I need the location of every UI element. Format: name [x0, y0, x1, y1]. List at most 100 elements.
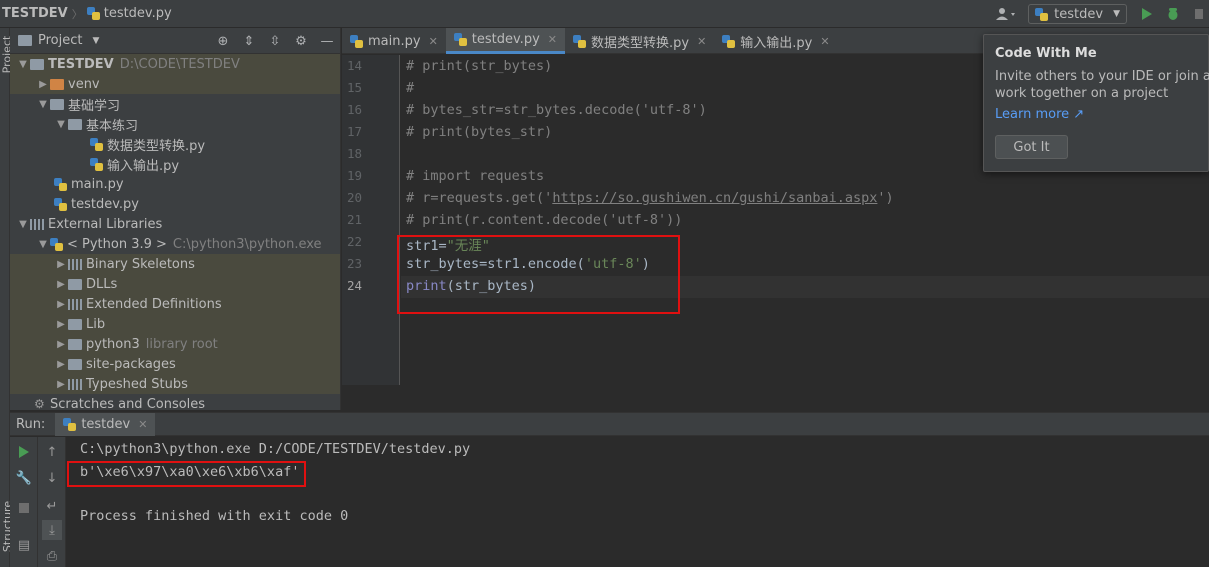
run-configuration-select[interactable]: testdev ▼ [1028, 4, 1127, 24]
tree-item-typeshed-stubs[interactable]: ▶ Typeshed Stubs [10, 374, 340, 394]
tree-item-file[interactable]: 数据类型转换.py [10, 134, 340, 154]
tree-item-file[interactable]: testdev.py [10, 194, 340, 214]
tree-item-file[interactable]: main.py [10, 174, 340, 194]
chevron-down-icon[interactable]: ▼ [36, 99, 50, 110]
code-line: # import requests [406, 168, 545, 184]
console-line: Process finished with exit code 0 [80, 508, 349, 524]
learn-more-link[interactable]: Learn more ↗ [995, 107, 1084, 122]
scroll-to-end-icon[interactable]: ⤓ [42, 520, 62, 540]
line-number: 23 [346, 256, 362, 271]
library-icon [30, 218, 44, 230]
tree-item-label: 基础学习 [68, 98, 121, 114]
chevron-right-icon[interactable]: ▶ [54, 299, 68, 310]
tree-item-file[interactable]: 输入输出.py [10, 154, 340, 174]
tree-item-external-libraries[interactable]: ▼ External Libraries [10, 214, 340, 234]
coverage-icon[interactable] [1189, 4, 1209, 24]
chevron-down-icon[interactable]: ▼ [16, 59, 30, 70]
close-icon[interactable]: ✕ [697, 35, 706, 48]
arrow-down-icon[interactable]: ↓ [42, 468, 62, 488]
close-icon[interactable]: ✕ [820, 35, 829, 48]
tree-item-python3[interactable]: ▶ python3 library root [10, 334, 340, 354]
tree-item-dlls[interactable]: ▶ DLLs [10, 274, 340, 294]
close-icon[interactable]: ✕ [548, 33, 557, 46]
print-icon[interactable]: ⎙ [42, 546, 62, 566]
close-icon[interactable]: ✕ [429, 35, 438, 48]
line-number: 15 [346, 80, 362, 95]
line-number: 22 [346, 234, 362, 249]
locate-icon[interactable]: ⊕ [210, 34, 236, 49]
project-view-select[interactable]: Project [38, 33, 82, 48]
chevron-right-icon[interactable]: ▶ [54, 279, 68, 290]
line-number: 20 [346, 190, 362, 205]
chevron-right-icon[interactable]: ▶ [54, 339, 68, 350]
line-number: 17 [346, 124, 362, 139]
tree-item-site-packages[interactable]: ▶ site-packages [10, 354, 340, 374]
python-file-icon [54, 177, 67, 191]
stop-icon[interactable] [14, 498, 34, 518]
close-icon[interactable]: ✕ [138, 418, 147, 431]
tab-io-py[interactable]: 输入输出.py ✕ [714, 28, 837, 54]
chevron-down-icon[interactable]: ▼ [16, 219, 30, 230]
run-icon[interactable] [1137, 4, 1157, 24]
collapse-all-icon[interactable]: ⇳ [262, 34, 288, 49]
breadcrumb: TESTDEV 〉 testdev.py [0, 6, 172, 22]
chevron-right-icon[interactable]: ▶ [54, 319, 68, 330]
tree-item-testdev[interactable]: ▼ TESTDEV D:\CODE\TESTDEV [10, 54, 340, 74]
folder-icon [50, 78, 64, 90]
arrow-up-icon[interactable]: ↑ [42, 442, 62, 462]
wrench-icon[interactable]: 🔧 [14, 468, 34, 488]
tree-item-label: testdev.py [71, 196, 139, 212]
run-toolbar: 🔧 ▤ [10, 437, 38, 567]
run-output-toolbar: ↑ ↓ ↵ ⤓ ⎙ [38, 437, 66, 567]
tree-item-lib[interactable]: ▶ Lib [10, 314, 340, 334]
user-icon[interactable] [992, 4, 1022, 24]
line-number-gutter: 14 15 16 17 18 19 20 21 22 23 24 [342, 55, 400, 385]
tree-item-python-sdk[interactable]: ▼ < Python 3.9 > C:\python3\python.exe [10, 234, 340, 254]
python-file-icon [86, 7, 100, 20]
tree-item-extended-definitions[interactable]: ▶ Extended Definitions [10, 294, 340, 314]
folder-icon [68, 278, 82, 290]
tree-item-basics[interactable]: ▼ 基础学习 [10, 94, 340, 114]
tree-item-binary-skeletons[interactable]: ▶ Binary Skeletons [10, 254, 340, 274]
tree-item-label: 基本练习 [86, 118, 139, 134]
gear-icon[interactable]: ⚙ [288, 34, 314, 49]
chevron-right-icon[interactable]: ▶ [54, 359, 68, 370]
minimize-icon[interactable]: — [314, 34, 340, 49]
chevron-down-icon[interactable]: ▼ [54, 119, 68, 130]
layout-icon[interactable]: ▤ [14, 535, 34, 555]
tree-item-venv[interactable]: ▶ venv [10, 74, 340, 94]
breadcrumb-file[interactable]: testdev.py [104, 6, 172, 21]
folder-icon [50, 98, 64, 110]
rerun-icon[interactable] [14, 442, 34, 462]
expand-all-icon[interactable]: ⇕ [236, 34, 262, 49]
soft-wrap-icon[interactable]: ↵ [42, 496, 62, 516]
tab-main-py[interactable]: main.py ✕ [342, 28, 446, 54]
code-token: # r=requests.get(' [406, 190, 553, 206]
popup-text-line: Invite others to your IDE or join anot [995, 69, 1209, 84]
run-console[interactable]: C:\python3\python.exe D:/CODE/TESTDEV/te… [67, 437, 1209, 567]
breadcrumb-project[interactable]: TESTDEV [2, 6, 68, 21]
project-panel: Project ▼ ⊕ ⇕ ⇳ ⚙ — ▼ TESTDEV D:\CODE\TE… [10, 28, 341, 412]
library-icon [68, 298, 82, 310]
python-file-icon [54, 197, 67, 211]
chevron-right-icon[interactable]: ▶ [54, 259, 68, 270]
line-number: 18 [346, 146, 362, 161]
python-file-icon [722, 34, 736, 48]
debug-icon[interactable] [1163, 4, 1183, 24]
chevron-right-icon[interactable]: ▶ [54, 379, 68, 390]
python-file-icon [90, 137, 103, 151]
url-link[interactable]: https://so.gushiwen.cn/gushi/sanbai.aspx [552, 190, 877, 206]
popup-text: Invite others to your IDE or join anot w… [995, 68, 1209, 102]
got-it-button[interactable]: Got It [995, 135, 1068, 159]
run-tab-testdev[interactable]: testdev ✕ [55, 412, 156, 436]
tree-item-path: D:\CODE\TESTDEV [119, 56, 240, 72]
chevron-down-icon[interactable]: ▼ [36, 239, 50, 250]
code-line: # bytes_str=str_bytes.decode('utf-8') [406, 102, 707, 118]
tab-type-conversion-py[interactable]: 数据类型转换.py ✕ [565, 28, 714, 54]
caret-down-icon[interactable]: ▼ [92, 36, 99, 46]
tree-item-scratches[interactable]: ⚙ Scratches and Consoles [10, 394, 340, 414]
chevron-right-icon[interactable]: ▶ [36, 79, 50, 90]
tab-label: main.py [368, 33, 421, 49]
tree-item-exercises[interactable]: ▼ 基本练习 [10, 114, 340, 134]
tab-testdev-py[interactable]: testdev.py ✕ [445, 28, 565, 54]
